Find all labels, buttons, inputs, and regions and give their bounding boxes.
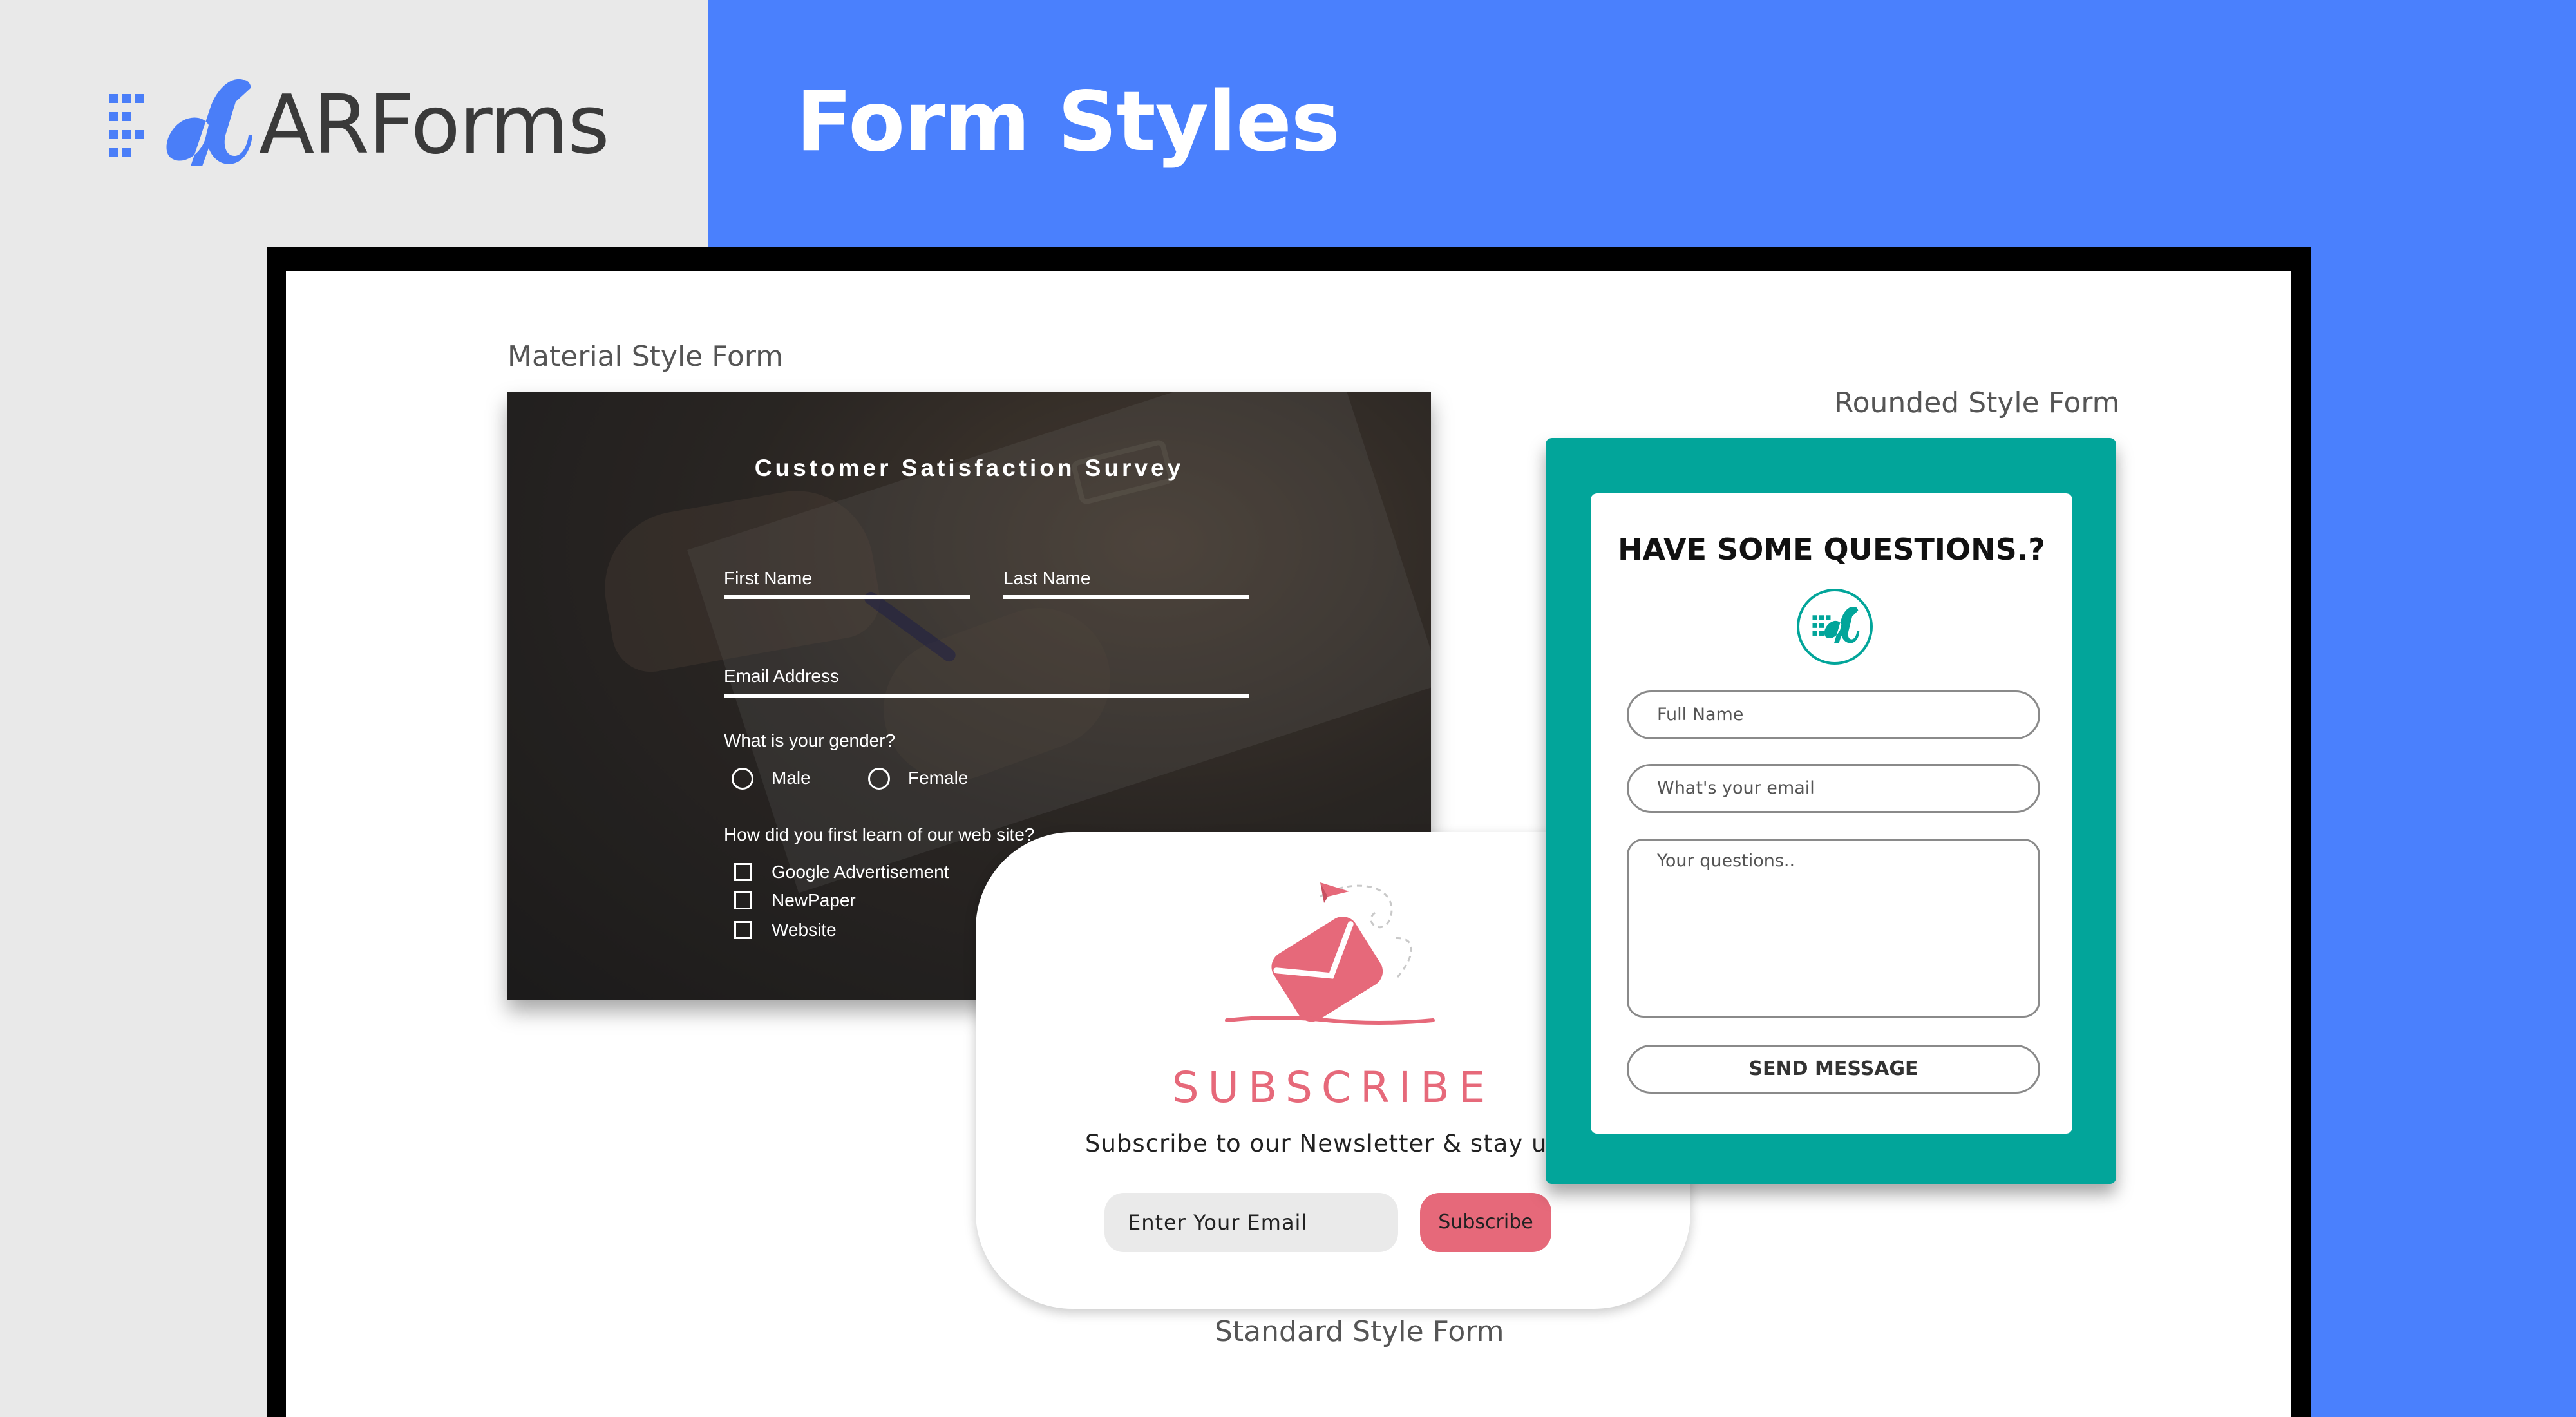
last-name-input[interactable]: [1003, 595, 1249, 599]
first-name-input[interactable]: [724, 595, 970, 599]
radio-female[interactable]: [868, 768, 890, 790]
email-input[interactable]: What's your email: [1627, 764, 2040, 813]
subscribe-button[interactable]: Subscribe: [1420, 1193, 1551, 1252]
arforms-logo-icon: [1797, 589, 1873, 665]
material-style-label: Material Style Form: [507, 340, 784, 373]
material-form-title: Customer Satisfaction Survey: [754, 455, 1184, 481]
questions-textarea[interactable]: Your questions..: [1627, 839, 2040, 1018]
arforms-logo-icon: [109, 79, 252, 166]
radio-male-label: Male: [772, 768, 811, 788]
rounded-style-label: Rounded Style Form: [1834, 386, 2120, 419]
send-message-button[interactable]: SEND MESSAGE: [1627, 1045, 2040, 1094]
subscribe-email-input[interactable]: Enter Your Email: [1104, 1193, 1398, 1252]
checkbox-google-advertisement-label: Google Advertisement: [772, 862, 949, 882]
brand-name: ARForms: [259, 77, 610, 172]
checkbox-website-label: Website: [772, 920, 837, 940]
first-name-label: First Name: [724, 568, 812, 588]
source-question: How did you first learn of our web site?: [724, 824, 1035, 844]
rounded-form-title: HAVE SOME QUESTIONS.?: [1618, 532, 2045, 567]
radio-female-label: Female: [908, 768, 969, 788]
gender-question: What is your gender?: [724, 730, 896, 750]
envelope-plane-icon: [1225, 882, 1435, 1025]
last-name-label: Last Name: [1003, 568, 1091, 588]
checkbox-google-advertisement[interactable]: [734, 863, 752, 881]
checkbox-newpaper[interactable]: [734, 891, 752, 909]
checkbox-website[interactable]: [734, 921, 752, 939]
page-title: Form Styles: [796, 74, 1340, 170]
email-address-input[interactable]: [724, 694, 1249, 698]
email-address-label: Email Address: [724, 666, 839, 686]
brand-logo[interactable]: ARForms: [108, 76, 610, 173]
full-name-input[interactable]: Full Name: [1627, 690, 2040, 739]
radio-male[interactable]: [732, 768, 753, 790]
standard-style-label: Standard Style Form: [1215, 1315, 1504, 1348]
rounded-form-card: HAVE SOME QUESTIONS.? Full Name What's y…: [1591, 493, 2072, 1134]
rounded-style-form: HAVE SOME QUESTIONS.? Full Name What's y…: [1546, 438, 2116, 1184]
checkbox-newpaper-label: NewPaper: [772, 890, 856, 910]
